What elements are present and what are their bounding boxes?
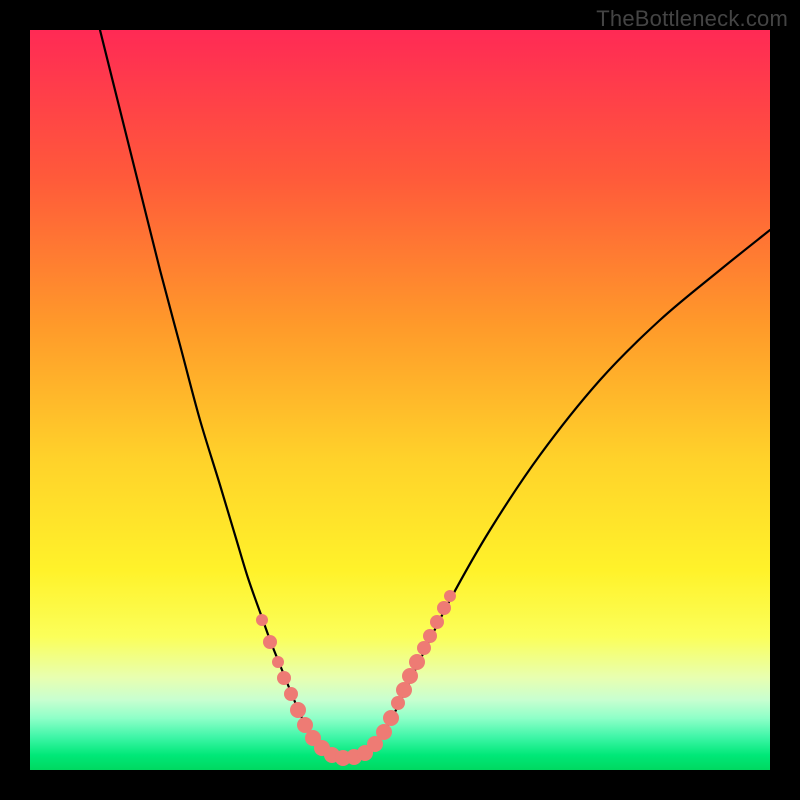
plot-area — [30, 30, 770, 770]
scatter-dot — [444, 590, 456, 602]
scatter-dot — [290, 702, 306, 718]
scatter-dot — [423, 629, 437, 643]
scatter-dot — [437, 601, 451, 615]
bottleneck-curve — [100, 30, 770, 758]
scatter-dot — [402, 668, 418, 684]
scatter-dot — [376, 724, 392, 740]
outer-frame: TheBottleneck.com — [0, 0, 800, 800]
scatter-dot — [263, 635, 277, 649]
scatter-dot — [417, 641, 431, 655]
scatter-dot — [430, 615, 444, 629]
scatter-dot — [383, 710, 399, 726]
scatter-dots — [256, 590, 456, 766]
scatter-dot — [391, 696, 405, 710]
scatter-dot — [409, 654, 425, 670]
scatter-dot — [256, 614, 268, 626]
scatter-dot — [272, 656, 284, 668]
scatter-dot — [284, 687, 298, 701]
scatter-dot — [277, 671, 291, 685]
scatter-dot — [396, 682, 412, 698]
chart-svg — [30, 30, 770, 770]
watermark-text: TheBottleneck.com — [596, 6, 788, 32]
